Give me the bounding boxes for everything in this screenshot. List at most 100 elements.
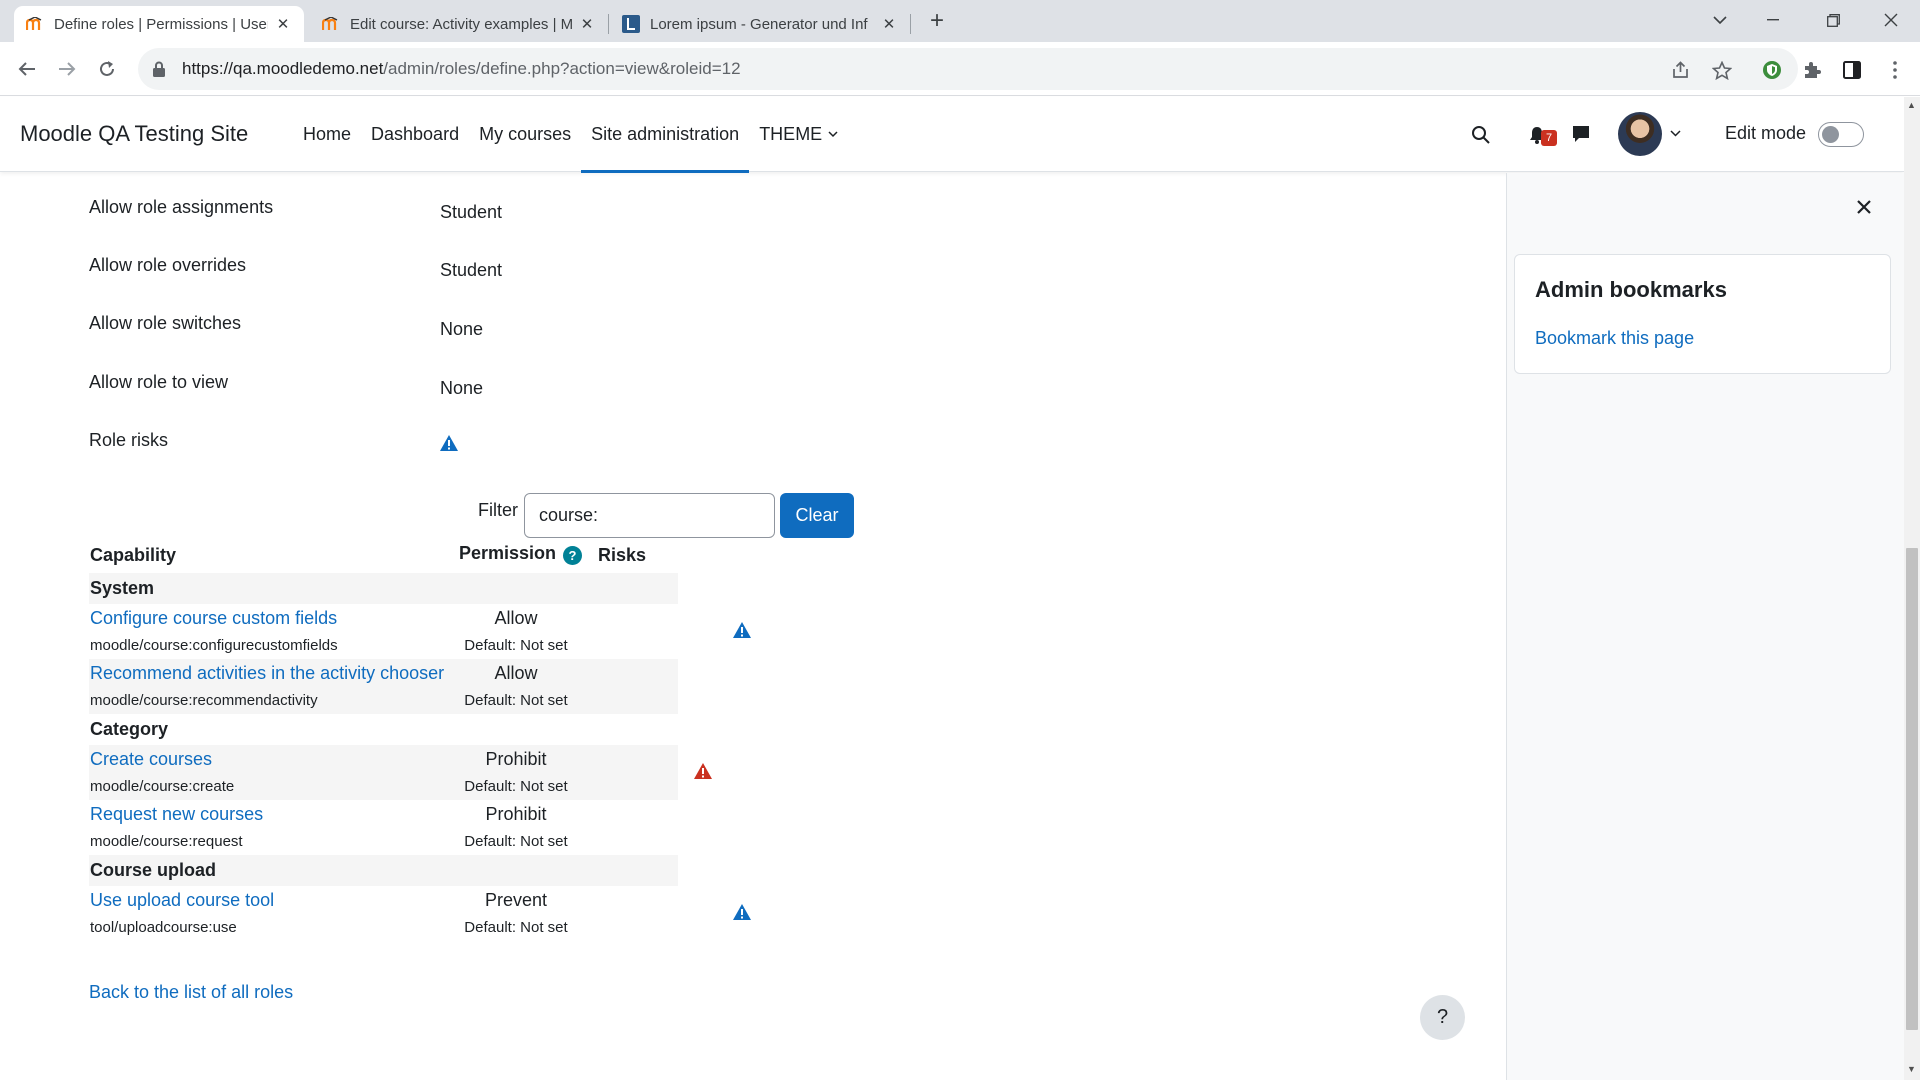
browser-tab-strip: Define roles | Permissions | Users ✕ Edi… bbox=[0, 0, 1920, 42]
capability-link[interactable]: Recommend activities in the activity cho… bbox=[90, 663, 444, 684]
toggle-knob bbox=[1822, 126, 1839, 143]
minimize-icon[interactable] bbox=[1753, 6, 1793, 34]
browser-tab-title: Define roles | Permissions | Users bbox=[54, 15, 268, 33]
help-icon[interactable]: ? bbox=[563, 546, 582, 565]
capability-id: moodle/course:configurecustomfields bbox=[90, 637, 338, 654]
role-setting-label: Allow role switches bbox=[89, 313, 242, 333]
permission-default: Default: Not set bbox=[464, 692, 568, 709]
filter-input[interactable] bbox=[524, 493, 775, 538]
permission-default: Default: Not set bbox=[464, 637, 568, 654]
lock-icon bbox=[152, 61, 168, 77]
risk-cell bbox=[588, 621, 751, 641]
address-bar[interactable]: https://qa.moodledemo.net/admin/roles/de… bbox=[138, 48, 1798, 90]
scroll-up-arrow-icon[interactable]: ▲ bbox=[1907, 100, 1916, 110]
nav-home[interactable]: Home bbox=[293, 97, 361, 172]
capability-id: moodle/course:request bbox=[90, 833, 243, 850]
close-icon[interactable]: ✕ bbox=[880, 15, 898, 33]
close-icon[interactable] bbox=[1852, 196, 1876, 220]
role-setting-label: Allow role to view bbox=[89, 372, 229, 392]
warning-triangle-icon[interactable] bbox=[693, 762, 713, 780]
warning-triangle-icon[interactable] bbox=[732, 903, 752, 921]
restore-icon[interactable] bbox=[1813, 6, 1853, 34]
url-path: /admin/roles/define.php?action=view&role… bbox=[383, 59, 741, 78]
nav-my-courses[interactable]: My courses bbox=[469, 97, 581, 172]
avatar[interactable] bbox=[1618, 112, 1662, 156]
capability-link[interactable]: Create courses bbox=[90, 749, 212, 770]
chevron-down-icon[interactable] bbox=[1670, 126, 1681, 140]
browser-tab-1[interactable]: Define roles | Permissions | Users ✕ bbox=[14, 6, 304, 42]
help-button[interactable]: ? bbox=[1420, 995, 1465, 1040]
capability-link[interactable]: Request new courses bbox=[90, 804, 263, 825]
capability-group-row: Course upload bbox=[89, 855, 678, 886]
edit-mode-label: Edit mode bbox=[1725, 123, 1807, 143]
nav-site-administration[interactable]: Site administration bbox=[581, 97, 750, 173]
permission-value[interactable]: Prevent bbox=[461, 890, 571, 911]
capability-group-title: Category bbox=[90, 719, 169, 739]
admin-bookmarks-block: Admin bookmarks Bookmark this page bbox=[1514, 254, 1891, 374]
back-to-roles-link[interactable]: Back to the list of all roles bbox=[89, 982, 293, 1003]
search-icon[interactable] bbox=[1467, 121, 1495, 149]
risk-cell bbox=[588, 903, 751, 923]
back-arrow-icon[interactable] bbox=[12, 54, 42, 84]
primary-navigation: Home Dashboard My courses Site administr… bbox=[293, 97, 848, 173]
capability-id: moodle/course:create bbox=[90, 778, 235, 795]
puzzle-icon[interactable] bbox=[1799, 57, 1825, 83]
kebab-menu-icon[interactable] bbox=[1882, 57, 1908, 83]
notification-count-badge: 7 bbox=[1541, 130, 1557, 146]
risk-cell bbox=[588, 762, 712, 782]
role-setting-value: Student bbox=[440, 202, 503, 222]
role-setting-label: Allow role overrides bbox=[89, 255, 247, 275]
moodle-icon bbox=[322, 15, 340, 33]
capability-column-header: Capability bbox=[90, 545, 177, 565]
capability-link[interactable]: Configure course custom fields bbox=[90, 608, 337, 629]
capability-group-row: System bbox=[89, 573, 678, 604]
permission-value[interactable]: Prohibit bbox=[461, 749, 571, 770]
side-panel-icon[interactable] bbox=[1839, 57, 1865, 83]
url-host: https://qa.moodledemo.net bbox=[182, 59, 384, 78]
nav-theme-label: THEME bbox=[759, 124, 823, 144]
browser-tab-3[interactable]: Lorem ipsum - Generator und Inf ✕ bbox=[610, 6, 910, 42]
edit-mode-toggle[interactable] bbox=[1818, 122, 1864, 147]
table-row: Create courses moodle/course:create Proh… bbox=[89, 745, 712, 800]
extension-shield-icon[interactable] bbox=[1759, 57, 1785, 83]
role-setting-value: None bbox=[440, 378, 484, 398]
share-icon[interactable] bbox=[1669, 58, 1693, 82]
star-icon[interactable] bbox=[1710, 58, 1734, 82]
scroll-down-arrow-icon[interactable]: ▼ bbox=[1907, 1064, 1916, 1074]
permission-value[interactable]: Allow bbox=[461, 663, 571, 684]
window-close-icon[interactable] bbox=[1871, 6, 1911, 34]
capability-id: moodle/course:recommendactivity bbox=[90, 692, 318, 709]
table-row: Use upload course tool tool/uploadcourse… bbox=[89, 886, 751, 941]
permission-value[interactable]: Allow bbox=[461, 608, 571, 629]
table-row: Recommend activities in the activity cho… bbox=[89, 659, 678, 714]
permission-default: Default: Not set bbox=[464, 919, 568, 936]
reload-icon[interactable] bbox=[92, 54, 122, 84]
browser-toolbar: https://qa.moodledemo.net/admin/roles/de… bbox=[0, 42, 1920, 96]
lorem-ipsum-icon bbox=[622, 15, 640, 33]
chat-icon[interactable] bbox=[1567, 120, 1595, 148]
tab-search-icon[interactable] bbox=[1700, 6, 1740, 34]
table-row: Configure course custom fields moodle/co… bbox=[89, 604, 751, 659]
permission-column-header: Permission bbox=[459, 543, 557, 563]
capability-link[interactable]: Use upload course tool bbox=[90, 890, 274, 911]
close-icon[interactable]: ✕ bbox=[274, 15, 292, 33]
bookmark-page-link[interactable]: Bookmark this page bbox=[1535, 328, 1694, 349]
warning-triangle-icon[interactable] bbox=[732, 621, 752, 639]
capability-group-title: System bbox=[90, 578, 155, 598]
nav-dashboard[interactable]: Dashboard bbox=[361, 97, 469, 172]
new-tab-icon[interactable]: + bbox=[923, 8, 951, 36]
forward-arrow-icon[interactable] bbox=[52, 54, 82, 84]
browser-tab-title: Lorem ipsum - Generator und Inf bbox=[650, 15, 868, 33]
permission-default: Default: Not set bbox=[464, 833, 568, 850]
capability-group-title: Course upload bbox=[90, 860, 217, 880]
role-setting-value: None bbox=[440, 319, 484, 339]
permission-value[interactable]: Prohibit bbox=[461, 804, 571, 825]
scroll-thumb[interactable] bbox=[1906, 548, 1918, 1030]
clear-button[interactable]: Clear bbox=[780, 493, 854, 538]
role-setting-label: Role risks bbox=[89, 430, 169, 450]
site-brand[interactable]: Moodle QA Testing Site bbox=[20, 121, 248, 147]
browser-tab-2[interactable]: Edit course: Activity examples | M ✕ bbox=[310, 6, 608, 42]
role-setting-value: Student bbox=[440, 260, 503, 280]
close-icon[interactable]: ✕ bbox=[578, 15, 596, 33]
nav-theme-dropdown[interactable]: THEME bbox=[749, 97, 848, 172]
